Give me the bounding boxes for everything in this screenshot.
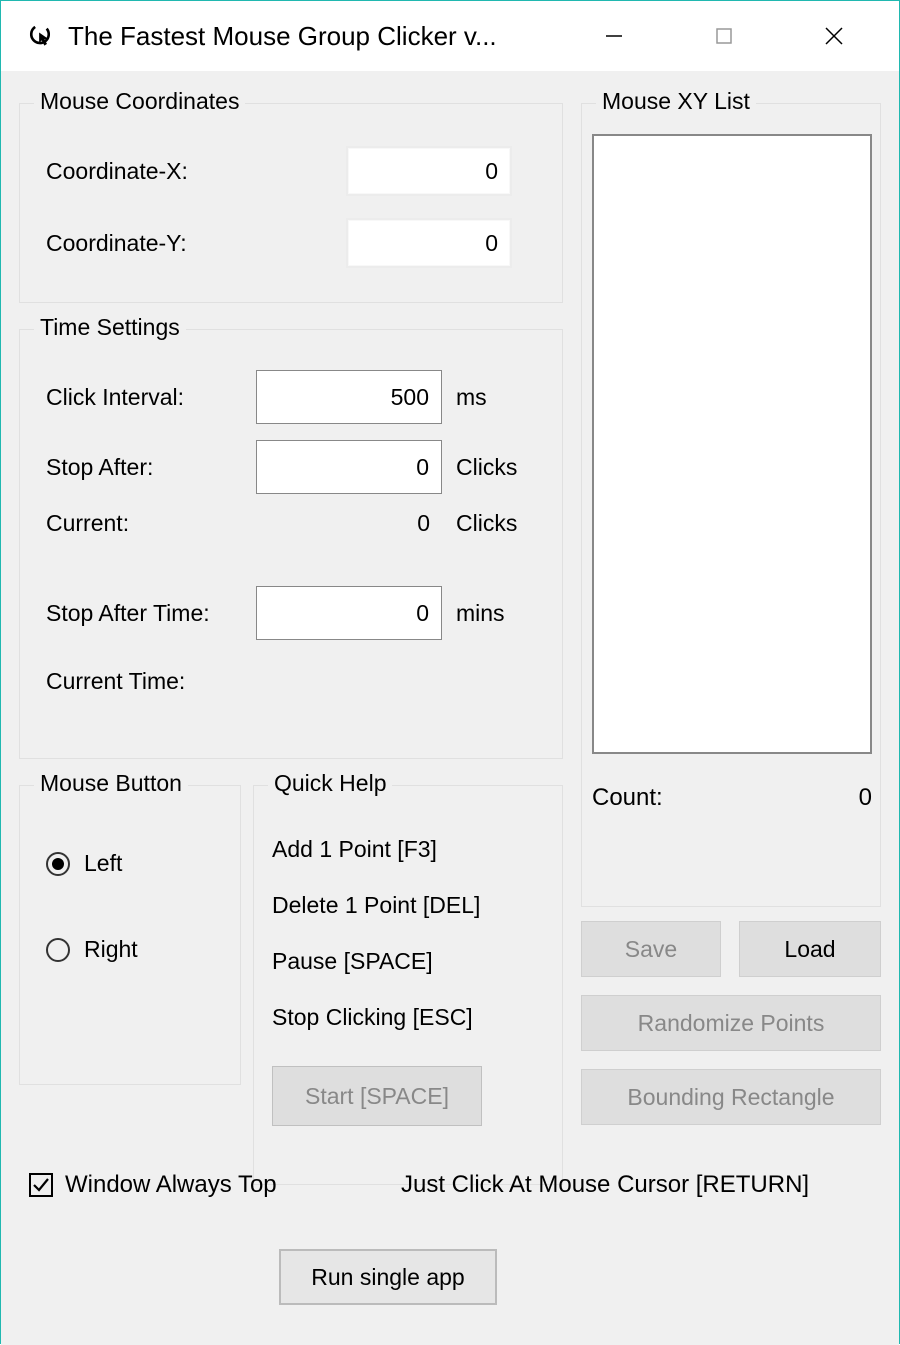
current-clicks-value: 0 [256, 510, 442, 537]
current-clicks-unit: Clicks [456, 510, 517, 537]
click-interval-label: Click Interval: [46, 384, 256, 411]
xy-listbox[interactable] [592, 134, 872, 754]
bounding-rectangle-button[interactable]: Bounding Rectangle [581, 1069, 881, 1125]
mouse-button-legend: Mouse Button [34, 770, 188, 797]
quick-help-add-point: Add 1 Point [F3] [272, 836, 437, 863]
stop-after-time-unit: mins [456, 600, 505, 627]
save-button[interactable]: Save [581, 921, 721, 977]
minimize-button[interactable] [559, 1, 669, 71]
app-window: The Fastest Mouse Group Clicker v... Mou… [0, 0, 900, 1344]
coord-x-input[interactable] [346, 146, 512, 196]
quick-help-stop: Stop Clicking [ESC] [272, 1004, 473, 1031]
mouse-button-group: Mouse Button Left Right [19, 785, 241, 1085]
app-icon [26, 22, 54, 50]
count-value: 0 [859, 784, 872, 812]
radio-right-label: Right [84, 936, 138, 963]
coord-y-input[interactable] [346, 218, 512, 268]
load-button[interactable]: Load [739, 921, 881, 977]
close-button[interactable] [779, 1, 889, 71]
titlebar: The Fastest Mouse Group Clicker v... [1, 1, 899, 71]
radio-right-indicator [46, 938, 70, 962]
radio-left-label: Left [84, 850, 122, 877]
always-top-checkbox[interactable]: Window Always Top [29, 1171, 277, 1199]
maximize-button[interactable] [669, 1, 779, 71]
mouse-xy-list-legend: Mouse XY List [596, 88, 756, 115]
current-time-label: Current Time: [46, 668, 185, 695]
always-top-label: Window Always Top [65, 1171, 277, 1199]
mouse-xy-list-group: Mouse XY List Count: 0 [581, 103, 881, 907]
stop-after-time-label: Stop After Time: [46, 600, 256, 627]
start-button[interactable]: Start [SPACE] [272, 1066, 482, 1126]
stop-after-unit: Clicks [456, 454, 517, 481]
quick-help-group: Quick Help Add 1 Point [F3] Delete 1 Poi… [253, 785, 563, 1185]
click-interval-unit: ms [456, 384, 487, 411]
radio-left[interactable]: Left [46, 850, 122, 877]
randomize-points-button[interactable]: Randomize Points [581, 995, 881, 1051]
current-clicks-label: Current: [46, 510, 256, 537]
stop-after-label: Stop After: [46, 454, 256, 481]
radio-left-indicator [46, 852, 70, 876]
click-interval-input[interactable] [256, 370, 442, 424]
window-body: Mouse Coordinates Coordinate-X: Coordina… [1, 71, 899, 1345]
time-settings-group: Time Settings Click Interval: ms Stop Af… [19, 329, 563, 759]
quick-help-legend: Quick Help [268, 770, 392, 797]
coord-x-label: Coordinate-X: [46, 158, 346, 185]
checkmark-icon [29, 1173, 53, 1197]
time-settings-legend: Time Settings [34, 314, 186, 341]
mouse-coordinates-legend: Mouse Coordinates [34, 88, 245, 115]
coord-y-label: Coordinate-Y: [46, 230, 346, 257]
radio-right[interactable]: Right [46, 936, 138, 963]
stop-after-time-input[interactable] [256, 586, 442, 640]
stop-after-input[interactable] [256, 440, 442, 494]
count-label: Count: [592, 784, 663, 812]
quick-help-delete-point: Delete 1 Point [DEL] [272, 892, 480, 919]
run-single-app-button[interactable]: Run single app [279, 1249, 497, 1305]
window-title: The Fastest Mouse Group Clicker v... [68, 21, 497, 52]
mouse-coordinates-group: Mouse Coordinates Coordinate-X: Coordina… [19, 103, 563, 303]
just-click-hint: Just Click At Mouse Cursor [RETURN] [401, 1171, 809, 1199]
quick-help-pause: Pause [SPACE] [272, 948, 433, 975]
